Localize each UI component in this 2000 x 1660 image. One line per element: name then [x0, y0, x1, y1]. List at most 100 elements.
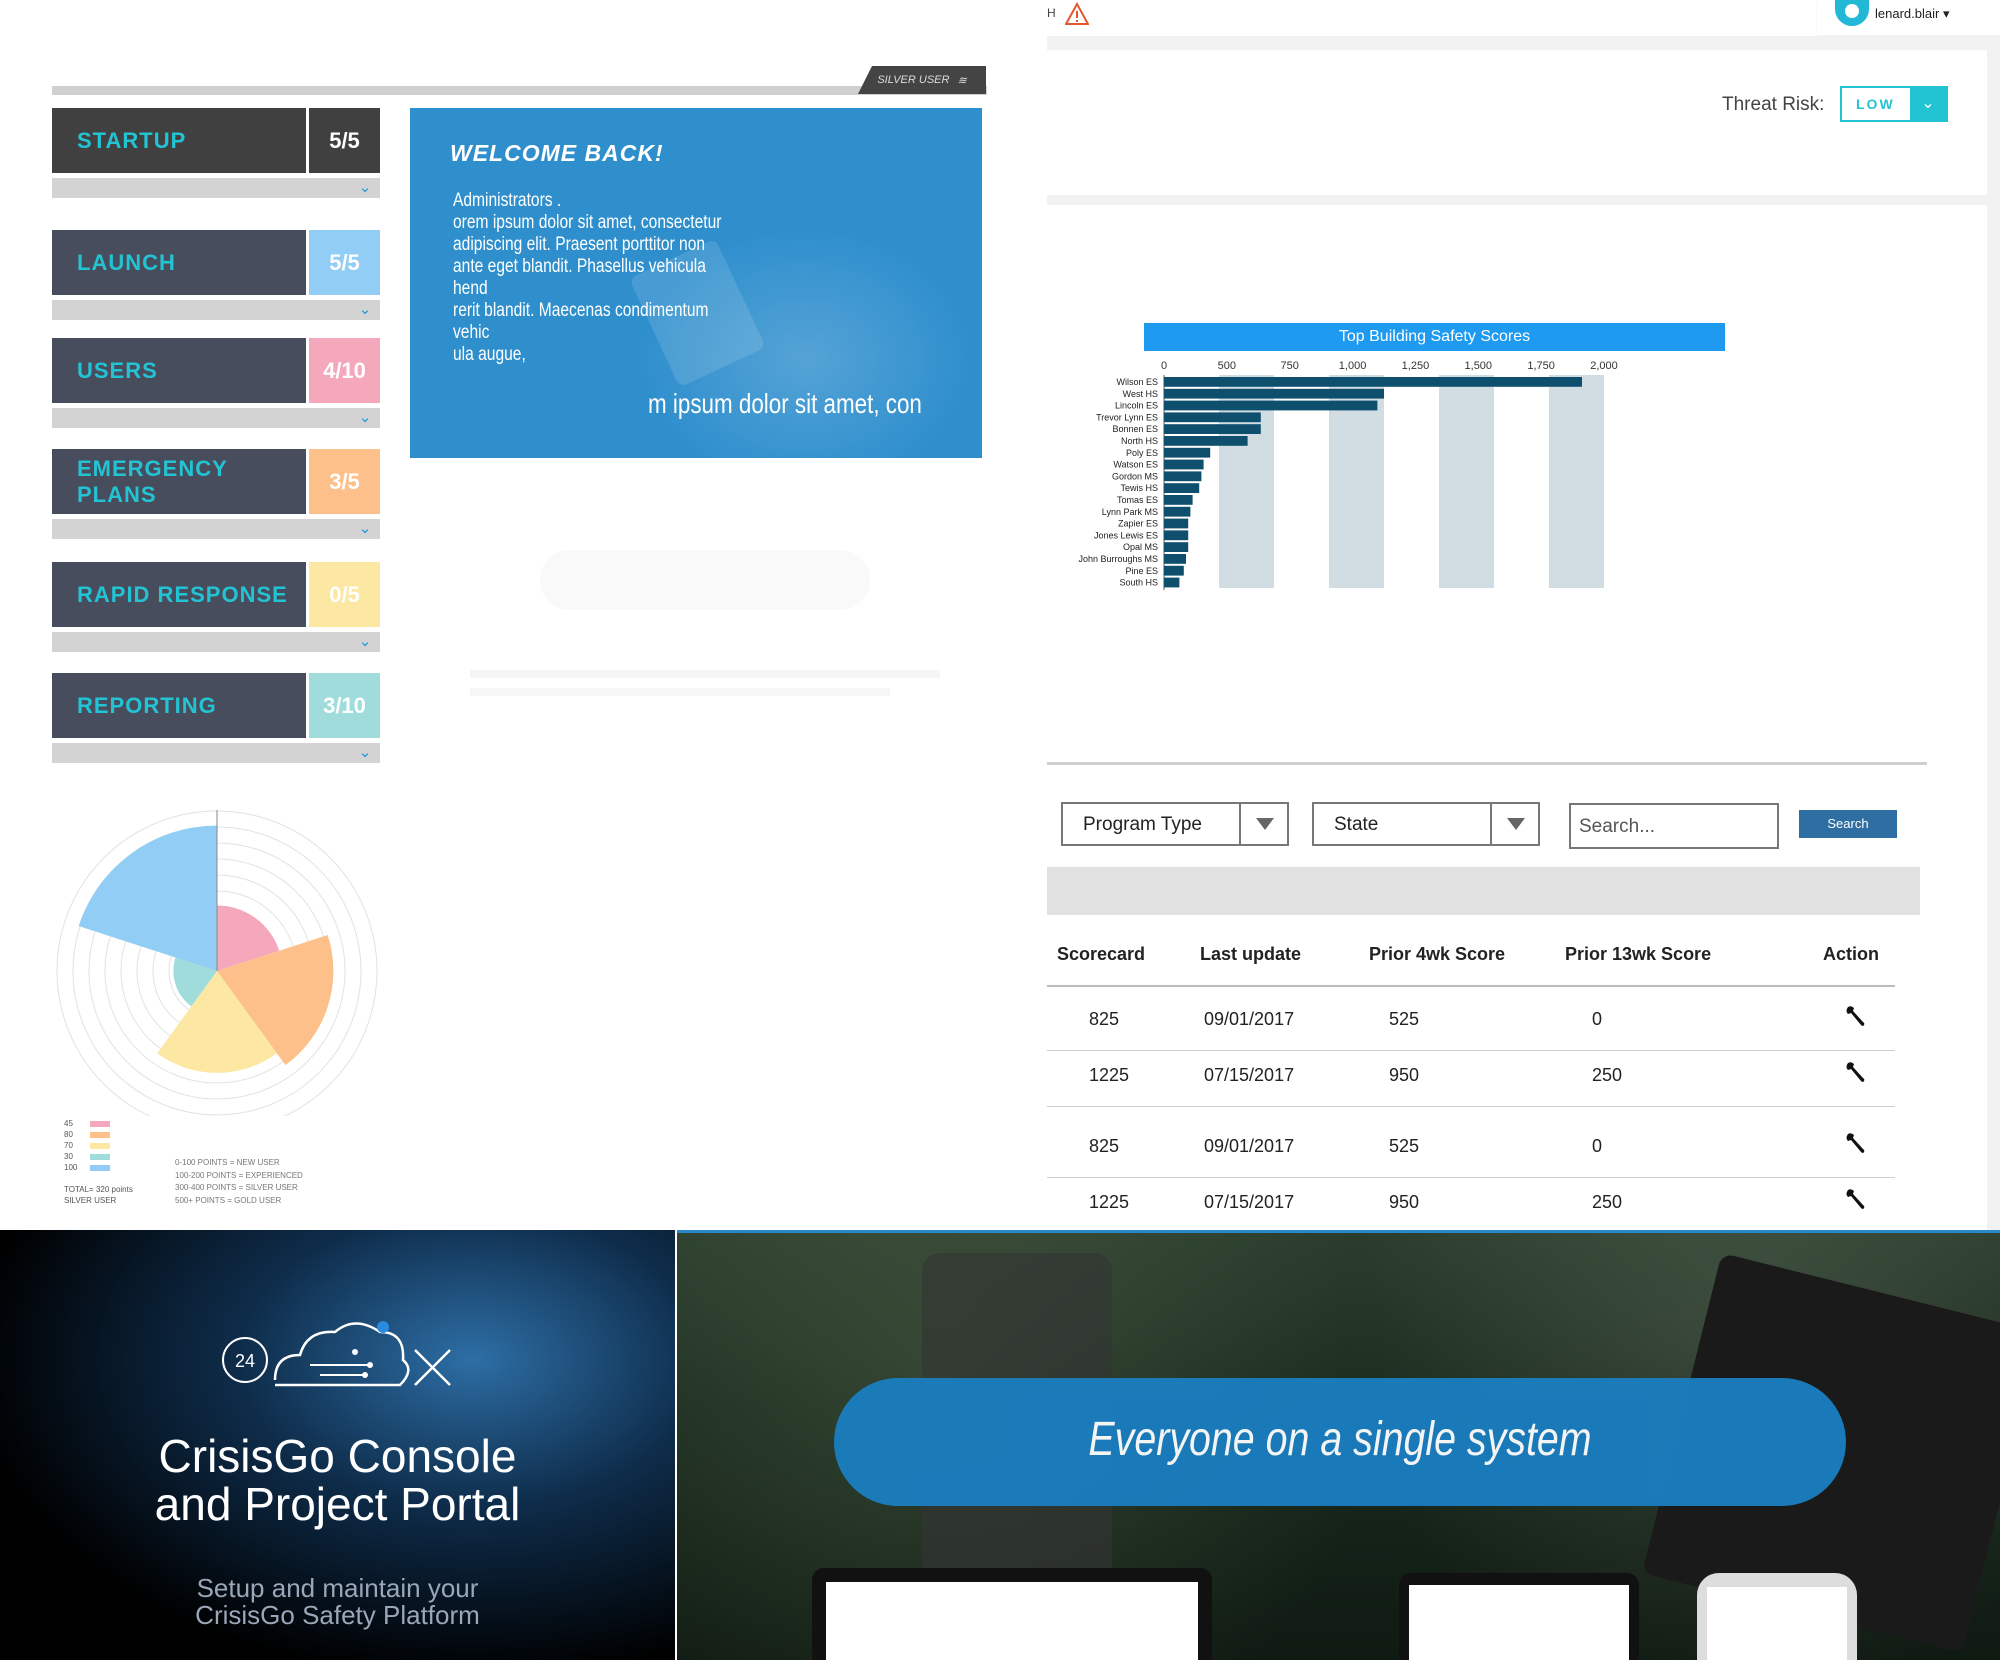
- chevron-down-icon[interactable]: ⌄: [354, 743, 376, 763]
- table-row[interactable]: 825 09/01/2017 525 0: [1047, 1005, 1927, 1045]
- laptop-device: [812, 1568, 1212, 1660]
- table-cell: 525: [1389, 1136, 1420, 1156]
- state-dropdown[interactable]: State: [1312, 802, 1540, 846]
- warning-icon[interactable]: [1065, 2, 1089, 26]
- stage-card[interactable]: LAUNCH 5/5 ⌄: [52, 230, 380, 320]
- program-type-dropdown[interactable]: Program Type: [1061, 802, 1289, 846]
- logo-number: 24: [235, 1351, 255, 1371]
- table-cell: 07/15/2017: [1204, 1192, 1295, 1212]
- welcome-line: orem ipsum dolor sit amet, consectetur: [453, 212, 722, 233]
- category-label: Tomas ES: [1117, 495, 1158, 505]
- stage-card[interactable]: USERS 4/10 ⌄: [52, 338, 380, 428]
- stage-card[interactable]: STARTUP 5/5 ⌄: [52, 108, 380, 198]
- bar-chart: 0 500 750 1,000 1,250 1,500 1,750 2,000 Wilson E…: [1078, 360, 1618, 590]
- bar: [1164, 447, 1211, 458]
- category-label: Gordon MS: [1112, 471, 1158, 481]
- table-cell: 09/01/2017: [1204, 1009, 1295, 1029]
- chevron-down-icon[interactable]: ⌄: [1910, 88, 1946, 120]
- welcome-line: ula augue,: [453, 344, 526, 365]
- stage-name: STARTUP: [52, 108, 306, 173]
- portal-title-line: and Project Portal: [154, 1478, 521, 1530]
- bar: [1164, 459, 1204, 470]
- section-divider: [1047, 762, 1927, 765]
- threat-card: Threat Risk: LOW ⌄: [1047, 50, 1987, 195]
- legend-swatch: [90, 1153, 110, 1160]
- search-input[interactable]: Search...: [1569, 803, 1779, 849]
- category-label: John Burroughs MS: [1078, 554, 1158, 564]
- user-menu[interactable]: lenard.blair ▾: [1817, 0, 2000, 35]
- table-cell: 950: [1389, 1065, 1420, 1085]
- stage-name: EMERGENCY PLANS: [52, 449, 306, 514]
- legend-item: 80: [64, 1129, 110, 1140]
- welcome-footer: m ipsum dolor sit amet, con: [648, 388, 922, 419]
- stage-progress-bar: [52, 178, 380, 198]
- x-tick-label: 0: [1161, 360, 1167, 372]
- stage-score: 0/5: [309, 562, 380, 627]
- avatar: [1835, 0, 1869, 26]
- table-row[interactable]: 1225 07/15/2017 950 250: [1047, 1061, 1927, 1101]
- radar-slice: [78, 825, 217, 971]
- dashboard-panel: H lenard.blair ▾ Threat Risk: LOW ⌄ Top …: [1047, 0, 2000, 1234]
- column-header[interactable]: Prior 13wk Score: [1565, 944, 1711, 965]
- chevron-down-icon[interactable]: [1490, 804, 1538, 844]
- chevron-down-icon[interactable]: ⌄: [354, 300, 376, 320]
- table-row[interactable]: 825 09/01/2017 525 0: [1047, 1132, 1927, 1172]
- category-label: West HS: [1123, 389, 1158, 399]
- table-toolbar: [1047, 867, 1920, 915]
- column-header[interactable]: Last update: [1200, 944, 1301, 965]
- category-label: Pine ES: [1125, 566, 1158, 576]
- user-level-badge: SILVER USER ≋: [858, 66, 986, 94]
- x-tick-label: 1,500: [1465, 360, 1493, 372]
- table-row[interactable]: 1225 07/15/2017 950 250: [1047, 1188, 1927, 1228]
- table-cell: 0: [1592, 1136, 1603, 1156]
- tier-item: 0-100 POINTS = NEW USER: [175, 1158, 280, 1167]
- chevron-down-icon[interactable]: ⌄: [354, 178, 376, 198]
- phone-screen: [1707, 1587, 1847, 1660]
- level-label: SILVER USER: [64, 1196, 117, 1205]
- portal-subtitle-line: CrisisGo Safety Platform: [195, 1600, 480, 1630]
- x-tick-label: 500: [1218, 360, 1236, 372]
- stage-card[interactable]: REPORTING 3/10 ⌄: [52, 673, 380, 763]
- legend-value: 100: [64, 1163, 78, 1172]
- chevron-down-icon[interactable]: ⌄: [354, 519, 376, 539]
- legend-swatch: [90, 1120, 110, 1127]
- chevron-down-icon[interactable]: [1239, 804, 1287, 844]
- column-header[interactable]: Action: [1823, 944, 1879, 965]
- chevron-down-icon[interactable]: ⌄: [354, 632, 376, 652]
- wrench-icon[interactable]: [1845, 1005, 1865, 1029]
- portal-banner: 24 CrisisGo Console and Project Portal S…: [0, 1230, 675, 1660]
- bar: [1164, 530, 1189, 541]
- portal-subtitle-line: Setup and maintain your: [196, 1573, 479, 1603]
- legend-value: 30: [64, 1152, 73, 1161]
- column-header[interactable]: Prior 4wk Score: [1369, 944, 1505, 965]
- tablet-device: [1399, 1573, 1639, 1660]
- category-label: Lynn Park MS: [1102, 507, 1158, 517]
- bar: [1164, 377, 1582, 387]
- stage-name: REPORTING: [52, 673, 306, 738]
- stage-score: 5/5: [309, 108, 380, 173]
- wrench-icon[interactable]: [1845, 1188, 1865, 1212]
- wrench-icon[interactable]: [1845, 1061, 1865, 1085]
- wrench-icon[interactable]: [1845, 1132, 1865, 1156]
- category-label: Trevor Lynn ES: [1096, 412, 1158, 422]
- stage-card[interactable]: EMERGENCY PLANS 3/5 ⌄: [52, 449, 380, 539]
- table-cell: 825: [1089, 1136, 1120, 1156]
- stage-card[interactable]: RAPID RESPONSE 0/5 ⌄: [52, 562, 380, 652]
- legend-item: 45: [64, 1118, 110, 1129]
- wifi-icon: ≋: [957, 74, 967, 87]
- headline-text: Everyone on a single system: [1088, 1413, 1592, 1466]
- legend-swatch: [90, 1142, 110, 1149]
- state-label: State: [1334, 814, 1379, 835]
- bar: [1164, 436, 1248, 446]
- threat-value: LOW: [1856, 96, 1895, 112]
- chevron-down-icon[interactable]: ⌄: [354, 408, 376, 428]
- threat-risk-select[interactable]: LOW ⌄: [1840, 86, 1948, 122]
- bar: [1164, 471, 1202, 482]
- search-button[interactable]: Search: [1799, 810, 1897, 838]
- legend-value: 80: [64, 1130, 73, 1139]
- table-cell: 250: [1592, 1065, 1623, 1085]
- category-label: Lincoln ES: [1115, 401, 1158, 411]
- column-header[interactable]: Scorecard: [1057, 944, 1145, 965]
- x-tick-label: 750: [1281, 360, 1299, 372]
- stage-name: LAUNCH: [52, 230, 306, 295]
